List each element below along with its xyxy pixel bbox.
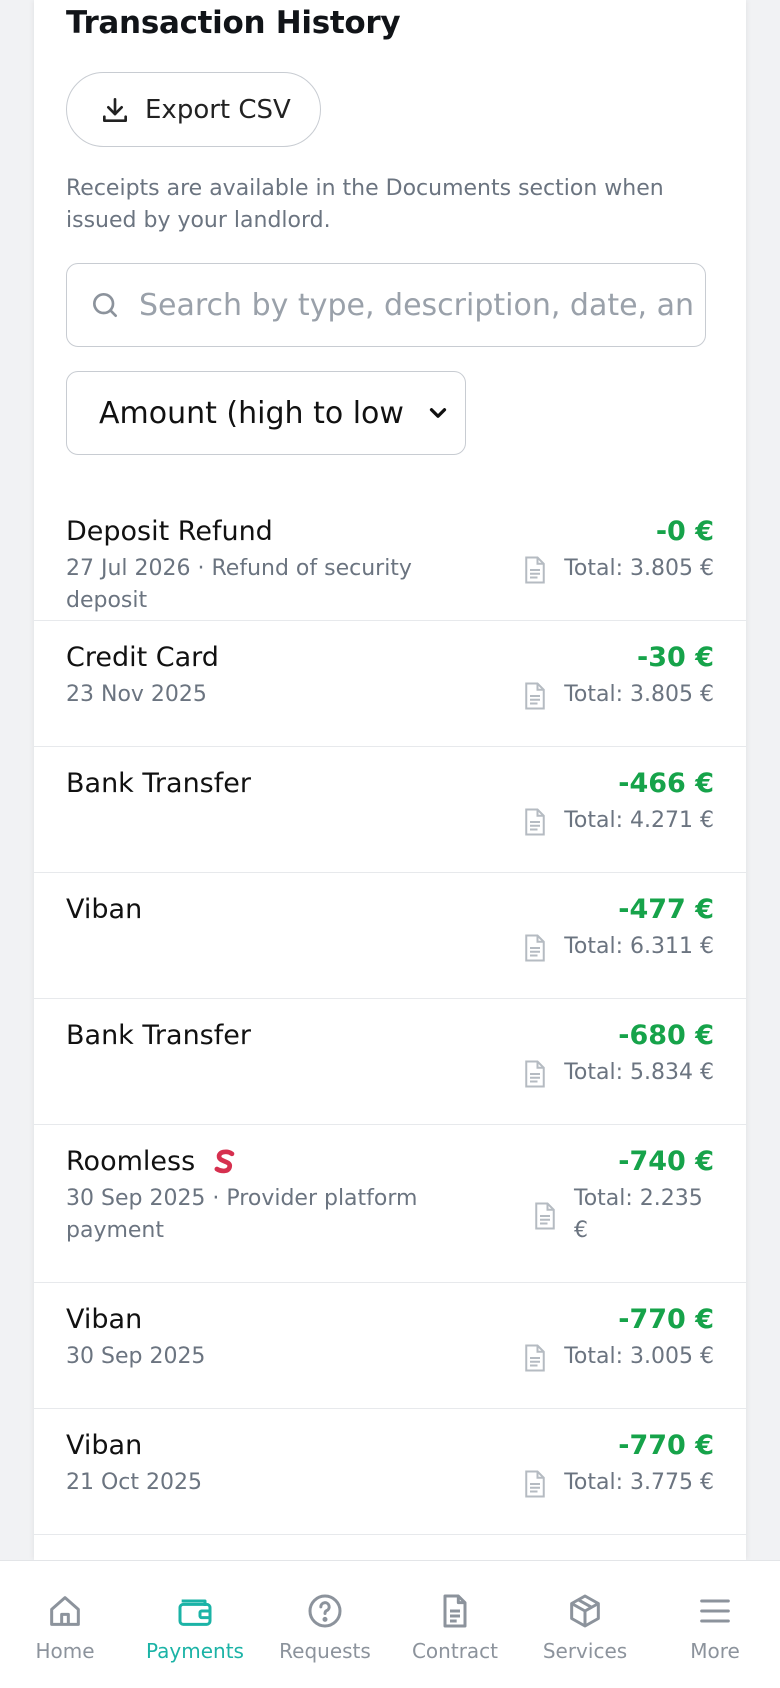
nav-requests-label: Requests xyxy=(279,1639,371,1663)
nav-more[interactable]: More xyxy=(655,1591,775,1663)
transaction-details: 30 Sep 2025 xyxy=(66,1344,206,1369)
search-icon xyxy=(93,293,117,317)
receipt-document-icon[interactable] xyxy=(522,1059,548,1089)
running-total: Total: 3.805 € xyxy=(564,556,714,581)
transaction-row[interactable]: Deposit Refund -0 € 27 Jul 2026 · Refund… xyxy=(34,495,746,621)
help-circle-icon xyxy=(308,1594,342,1628)
transaction-name: Bank Transfer xyxy=(66,1020,251,1051)
receipt-document-icon[interactable] xyxy=(522,555,548,585)
transaction-details: 27 Jul 2026 · Refund of security deposit xyxy=(66,556,412,613)
s-logo-icon xyxy=(214,1149,235,1174)
running-total: Total: 4.271 € xyxy=(564,808,714,833)
nav-more-label: More xyxy=(690,1639,740,1663)
sort-select[interactable]: Amount (high to low xyxy=(66,371,466,455)
transaction-details: 21 Oct 2025 xyxy=(66,1470,203,1495)
nav-services-label: Services xyxy=(542,1639,628,1663)
wallet-icon xyxy=(178,1599,212,1626)
transaction-list: Deposit Refund -0 € 27 Jul 2026 · Refund… xyxy=(34,495,746,1560)
transaction-name: Bank Transfer xyxy=(66,768,251,799)
receipt-document-icon[interactable] xyxy=(522,1469,548,1499)
nav-contract[interactable]: Contract xyxy=(395,1591,515,1663)
bottom-navigation: Home Payments Requests Contract Services… xyxy=(0,1560,780,1688)
transaction-amount: -770 € xyxy=(618,1304,714,1335)
transaction-amount: -0 € xyxy=(655,516,714,547)
nav-requests[interactable]: Requests xyxy=(265,1591,385,1663)
running-total: Total: 3.775 € xyxy=(564,1470,714,1495)
transaction-row[interactable]: Viban -770 € 30 Sep 2025 Total: 3.005 € xyxy=(34,1283,746,1409)
transaction-row[interactable]: Roomless -740 € 30 Sep 2025 · Provider p… xyxy=(34,1125,746,1283)
transaction-amount: -770 € xyxy=(618,1430,714,1461)
transaction-row[interactable]: Viban -770 € 21 Oct 2025 Total: 3.775 € xyxy=(34,1409,746,1535)
transaction-amount: -466 € xyxy=(618,768,714,799)
document-icon xyxy=(443,1594,467,1628)
search-input[interactable] xyxy=(139,287,699,323)
box-icon xyxy=(570,1594,600,1628)
chevron-down-icon xyxy=(429,408,447,418)
transaction-name: Deposit Refund xyxy=(66,516,273,547)
receipt-document-icon[interactable] xyxy=(522,807,548,837)
export-csv-button[interactable]: Export CSV xyxy=(66,72,321,147)
transaction-row[interactable]: Credit Card -30 € 23 Nov 2025 Total: 3.8… xyxy=(34,621,746,747)
running-total: Total: 5.834 € xyxy=(564,1060,714,1085)
transaction-history-card: Transaction History Export CSV Receipts … xyxy=(34,0,746,1560)
sort-selected-value: Amount (high to low xyxy=(99,395,404,431)
transaction-amount: -477 € xyxy=(618,894,714,925)
transaction-amount: -30 € xyxy=(637,642,714,673)
transaction-name: Credit Card xyxy=(66,642,219,673)
transaction-details: 30 Sep 2025 · Provider platform payment xyxy=(66,1186,418,1243)
search-box[interactable] xyxy=(66,263,706,347)
running-total: Total: 3.805 € xyxy=(564,682,714,707)
running-total: Total: 2.235 € xyxy=(574,1186,703,1243)
nav-services[interactable]: Services xyxy=(525,1591,645,1663)
receipt-document-icon[interactable] xyxy=(522,681,548,711)
page-title: Transaction History xyxy=(66,5,401,41)
receipts-note: Receipts are available in the Documents … xyxy=(66,176,664,233)
transaction-amount: -740 € xyxy=(618,1146,714,1177)
transaction-name: Roomless xyxy=(66,1146,196,1177)
transaction-name: Viban xyxy=(66,894,143,925)
export-csv-label: Export CSV xyxy=(145,94,291,125)
transaction-row-partial[interactable] xyxy=(34,1535,746,1560)
receipt-document-icon[interactable] xyxy=(522,1343,548,1373)
nav-home-label: Home xyxy=(35,1639,95,1663)
transaction-details: 23 Nov 2025 xyxy=(66,682,207,707)
running-total: Total: 3.005 € xyxy=(564,1344,714,1369)
receipt-document-icon[interactable] xyxy=(522,933,548,963)
receipt-document-icon[interactable] xyxy=(532,1201,558,1231)
transaction-row[interactable]: Bank Transfer -466 € Total: 4.271 € xyxy=(34,747,746,873)
transaction-amount: -680 € xyxy=(618,1020,714,1051)
transaction-name: Viban xyxy=(66,1304,143,1335)
nav-payments[interactable]: Payments xyxy=(135,1591,255,1663)
home-icon xyxy=(50,1596,80,1626)
nav-home[interactable]: Home xyxy=(5,1591,125,1663)
nav-contract-label: Contract xyxy=(411,1639,499,1663)
running-total: Total: 6.311 € xyxy=(564,934,714,959)
download-icon xyxy=(103,97,127,122)
nav-payments-label: Payments xyxy=(146,1639,244,1663)
transaction-row[interactable]: Viban -477 € Total: 6.311 € xyxy=(34,873,746,999)
transaction-row[interactable]: Bank Transfer -680 € Total: 5.834 € xyxy=(34,999,746,1125)
transaction-name: Viban xyxy=(66,1430,143,1461)
menu-icon xyxy=(700,1599,730,1623)
